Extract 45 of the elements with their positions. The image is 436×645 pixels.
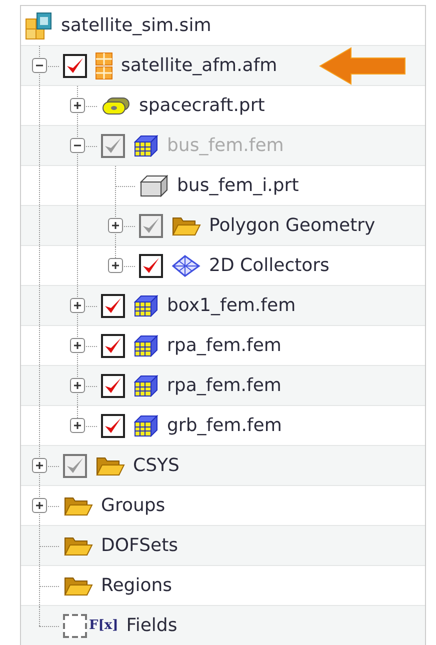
expand-toggle[interactable]	[70, 338, 85, 353]
plus-icon	[35, 461, 44, 470]
plus-icon	[73, 341, 82, 350]
tree-item-label[interactable]: Regions	[101, 572, 172, 599]
tree-item-label[interactable]: rpa_fem.fem	[167, 372, 282, 399]
block-icon	[139, 174, 169, 198]
tree-item-label[interactable]: DOFSets	[101, 532, 178, 559]
tree-root-label[interactable]: satellite_sim.sim	[61, 12, 212, 39]
tree-item-label[interactable]: rpa_fem.fem	[167, 332, 282, 359]
plus-icon	[111, 261, 120, 270]
tree-item-label[interactable]: Groups	[101, 492, 166, 519]
plus-icon	[111, 221, 120, 230]
function-symbol: F[x]	[89, 616, 118, 635]
tree-item-label[interactable]: grb_fem.fem	[167, 412, 282, 439]
expand-toggle[interactable]	[70, 98, 85, 113]
plus-icon	[73, 301, 82, 310]
mesh-sheet-icon	[171, 254, 201, 278]
mesh-cube-icon	[133, 414, 159, 436]
plus-icon	[73, 381, 82, 390]
checkbox[interactable]	[101, 334, 125, 358]
plus-icon	[73, 421, 82, 430]
mesh-cube-icon	[133, 134, 159, 156]
checkbox[interactable]	[101, 414, 125, 438]
expand-toggle[interactable]	[70, 378, 85, 393]
mesh-cube-icon	[133, 294, 159, 316]
tree-item-label[interactable]: Fields	[126, 612, 178, 639]
mesh-cube-icon	[133, 374, 159, 396]
expand-toggle[interactable]	[70, 418, 85, 433]
part-icon	[101, 96, 131, 114]
checkbox[interactable]	[63, 454, 87, 478]
expand-toggle[interactable]	[32, 458, 47, 473]
expand-toggle[interactable]	[70, 298, 85, 313]
checkbox[interactable]	[101, 374, 125, 398]
expand-toggle[interactable]	[32, 498, 47, 513]
simulation-icon	[25, 10, 53, 40]
checkbox[interactable]	[63, 614, 87, 638]
checkbox[interactable]	[63, 54, 87, 78]
collapse-toggle[interactable]	[32, 58, 47, 73]
plus-icon	[73, 101, 82, 110]
assembly-icon	[95, 52, 113, 80]
checkbox[interactable]	[101, 294, 125, 318]
mesh-cube-icon	[133, 334, 159, 356]
tree-item-label[interactable]: spacecraft.prt	[139, 92, 265, 119]
plus-icon	[35, 501, 44, 510]
tree-item-label[interactable]: CSYS	[133, 452, 180, 479]
